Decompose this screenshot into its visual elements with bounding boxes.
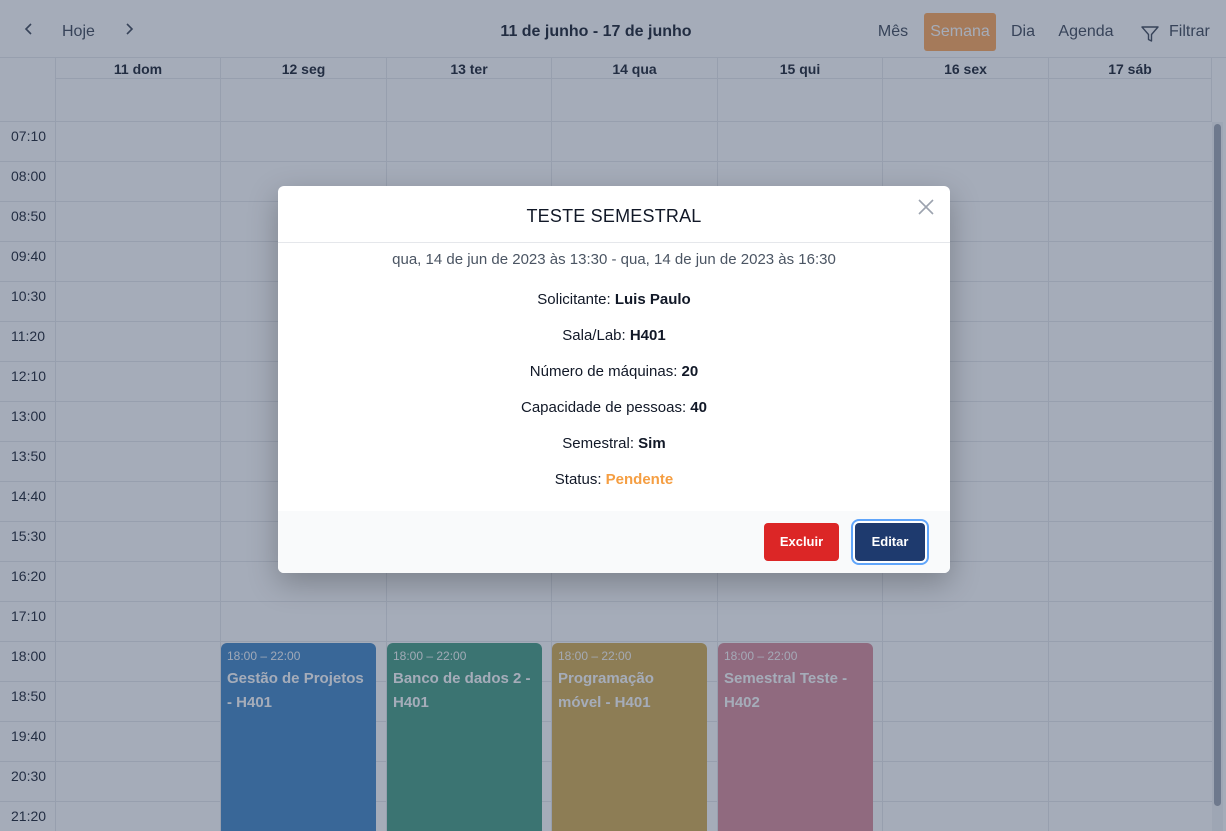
machines-field: Número de máquinas: 20 [278, 363, 950, 380]
status-label: Status: [554, 471, 602, 488]
modal-header: TESTE SEMESTRAL [278, 186, 950, 243]
status-field: Status: Pendente [278, 471, 950, 488]
machines-value: 20 [681, 363, 699, 380]
semester-value: Sim [638, 435, 666, 452]
capacity-field: Capacidade de pessoas: 40 [278, 399, 950, 416]
event-date-range: qua, 14 de jun de 2023 às 13:30 - qua, 1… [392, 251, 836, 268]
requester-label: Solicitante: [537, 291, 611, 308]
room-field: Sala/Lab: H401 [278, 327, 950, 344]
semester-field: Semestral: Sim [278, 435, 950, 452]
close-icon[interactable] [916, 197, 936, 217]
delete-button[interactable]: Excluir [764, 523, 839, 561]
modal-title: TESTE SEMESTRAL [526, 206, 702, 226]
event-details-modal: TESTE SEMESTRAL qua, 14 de jun de 2023 à… [278, 186, 950, 573]
room-value: H401 [629, 327, 666, 344]
capacity-value: 40 [690, 399, 707, 416]
modal-footer: Excluir Editar [278, 511, 950, 573]
status-badge: Pendente [605, 471, 674, 488]
semester-label: Semestral: [562, 435, 634, 452]
capacity-label: Capacidade de pessoas: [521, 399, 687, 416]
edit-button[interactable]: Editar [855, 523, 925, 561]
room-label: Sala/Lab: [562, 327, 626, 344]
machines-label: Número de máquinas: [529, 363, 678, 380]
requester-value: Luis Paulo [614, 291, 691, 308]
requester-field: Solicitante: Luis Paulo [278, 291, 950, 308]
